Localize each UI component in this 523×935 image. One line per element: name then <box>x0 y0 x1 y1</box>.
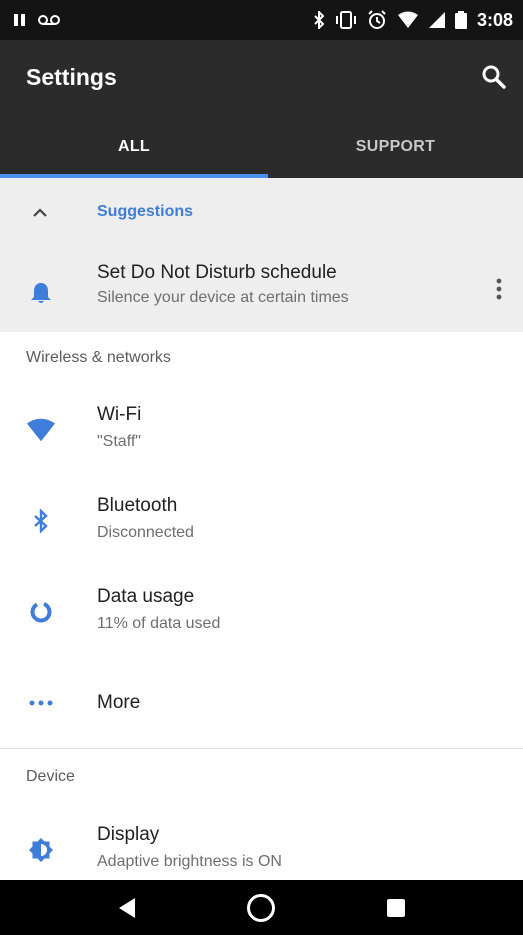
home-button[interactable] <box>245 892 277 924</box>
more-title: More <box>97 692 141 713</box>
tab-all-label: ALL <box>117 138 150 155</box>
tab-bar: ALL SUPPORT <box>0 116 523 178</box>
tab-support-label: SUPPORT <box>355 138 436 155</box>
suggestions-title: Suggestions <box>97 203 194 220</box>
suggestions-header[interactable]: Suggestions <box>0 178 523 246</box>
data-usage-icon <box>26 597 56 627</box>
status-bar: 3:08 <box>0 0 523 40</box>
recents-icon <box>386 898 405 917</box>
tab-support[interactable]: SUPPORT <box>268 116 523 178</box>
recents-button[interactable] <box>380 892 412 924</box>
settings-item-data-usage[interactable]: Data usage 11% of data used <box>0 566 523 657</box>
vibrate-icon <box>335 11 356 29</box>
settings-item-bluetooth[interactable]: Bluetooth Disconnected <box>0 475 523 566</box>
back-icon <box>119 897 136 918</box>
wifi-subtitle: "Staff" <box>97 433 141 450</box>
section-header-wireless: Wireless & networks <box>26 349 171 366</box>
settings-list[interactable]: Suggestions Set Do Not Disturb schedule … <box>0 178 523 880</box>
display-title: Display <box>97 824 160 845</box>
alarm-icon <box>368 10 386 29</box>
suggestion-title: Set Do Not Disturb schedule <box>97 262 337 283</box>
display-subtitle: Adaptive brightness is ON <box>97 853 282 870</box>
bluetooth-title: Bluetooth <box>97 495 178 516</box>
bell-icon <box>26 278 56 308</box>
data-usage-title: Data usage <box>97 586 195 607</box>
more-vert-icon <box>496 278 502 300</box>
suggestions-card: Suggestions Set Do Not Disturb schedule … <box>0 178 523 332</box>
back-button[interactable] <box>111 892 143 924</box>
home-icon <box>247 893 276 922</box>
bluetooth-icon <box>314 11 325 29</box>
search-icon <box>482 65 506 89</box>
search-button[interactable] <box>479 62 509 92</box>
tab-all[interactable]: ALL <box>0 116 268 178</box>
battery-icon <box>454 11 467 29</box>
chevron-up-icon <box>33 208 47 217</box>
pause-icon <box>14 14 25 26</box>
bluetooth-subtitle: Disconnected <box>97 524 194 541</box>
settings-item-display[interactable]: Display Adaptive brightness is ON <box>0 804 523 880</box>
wifi-icon <box>397 11 418 28</box>
bluetooth-icon <box>26 506 56 536</box>
app-bar: Settings ALL SUPPORT <box>0 40 523 178</box>
brightness-icon <box>26 835 56 865</box>
suggestion-subtitle: Silence your device at certain times <box>97 289 349 306</box>
overflow-menu-button[interactable] <box>489 274 509 304</box>
suggestion-item-dnd[interactable]: Set Do Not Disturb schedule Silence your… <box>0 246 523 337</box>
page-title: Settings <box>26 64 117 90</box>
section-header-device: Device <box>0 748 523 804</box>
settings-item-more[interactable]: More <box>0 657 523 748</box>
navigation-bar <box>0 880 523 935</box>
signal-icon <box>428 12 445 28</box>
settings-item-wifi[interactable]: Wi-Fi "Staff" <box>0 384 523 475</box>
status-time: 3:08 <box>476 9 513 30</box>
voicemail-icon <box>38 15 60 25</box>
data-usage-subtitle: 11% of data used <box>97 615 221 632</box>
wifi-icon <box>26 415 56 445</box>
wifi-title: Wi-Fi <box>97 404 142 425</box>
more-dots-icon <box>26 688 56 718</box>
